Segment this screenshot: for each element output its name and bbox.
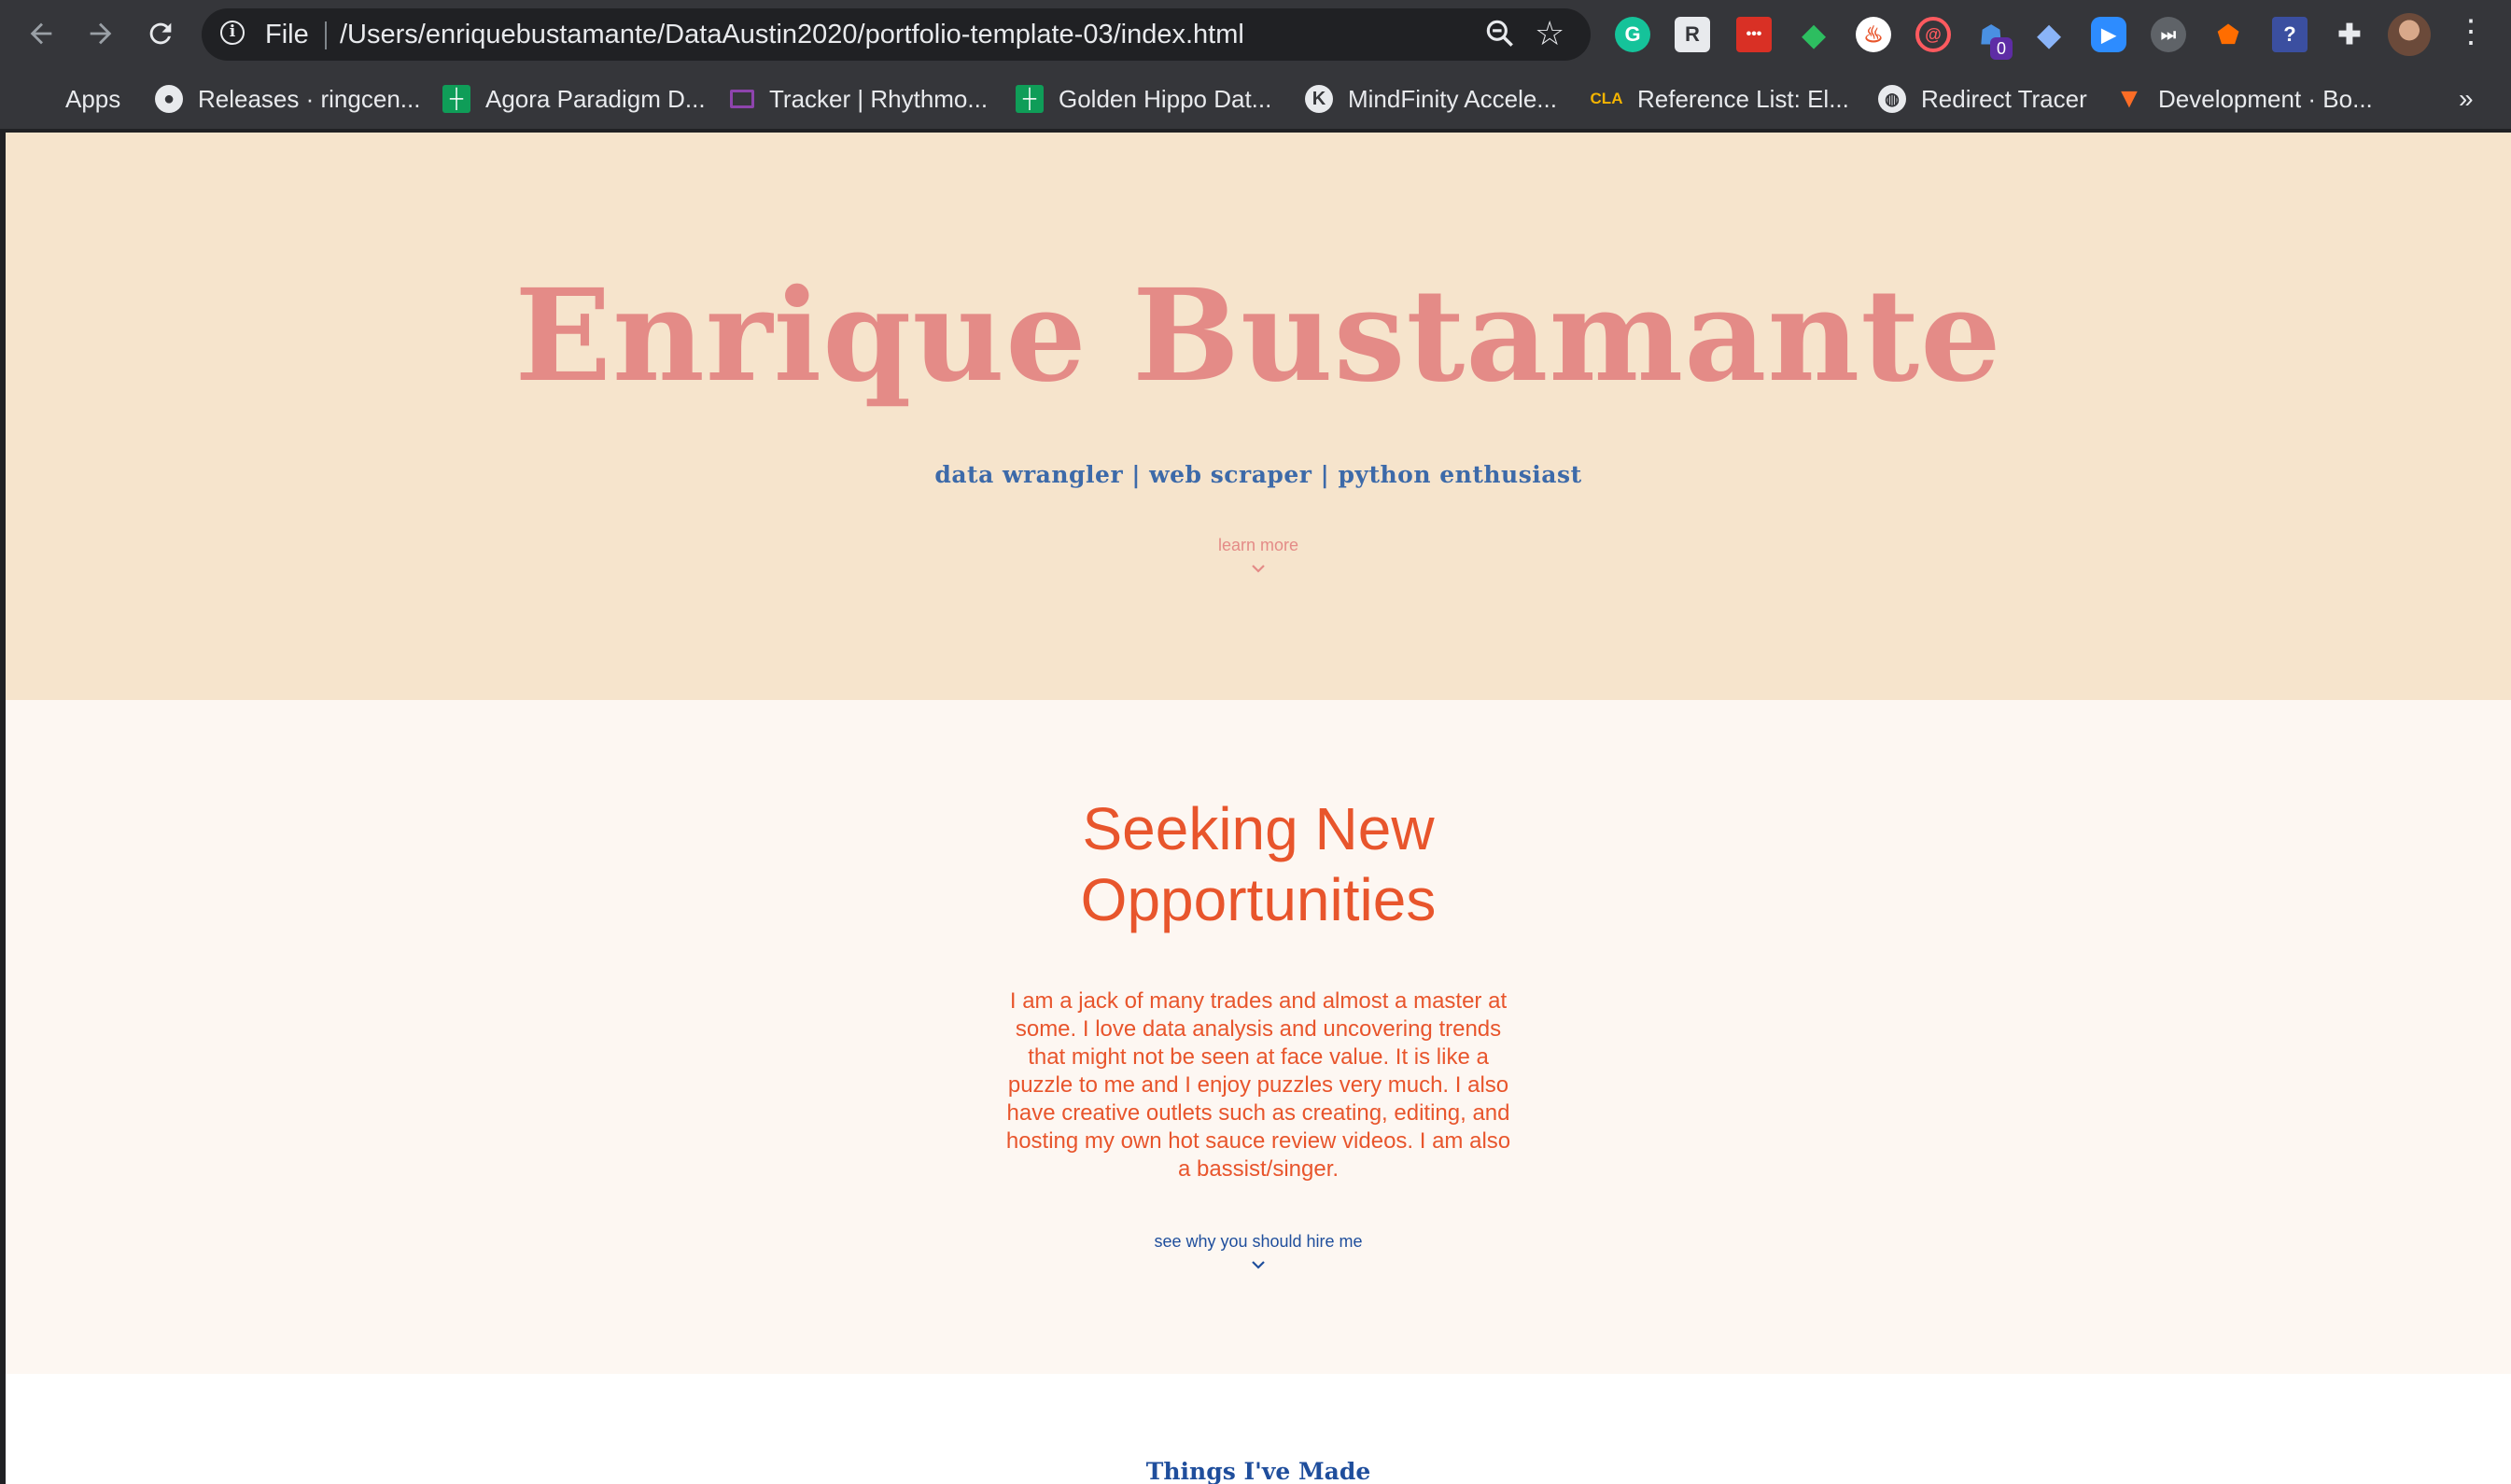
forward-button[interactable] [78,11,123,56]
extension-badge: 0 [1990,37,2013,60]
about-title-line2: Opportunities [1080,866,1437,933]
bookmark-label: Golden Hippo Dat... [1059,84,1272,113]
about-body: I am a jack of many trades and almost a … [1005,988,1511,1182]
bookmark-tracker[interactable]: Tracker | Rhythmo... [730,78,988,119]
apps-grid-icon [22,85,50,113]
r-extension-icon[interactable]: R [1675,17,1710,52]
puzzle-extensions-icon[interactable]: ✚ [2332,17,2367,52]
lastpass-extension-icon[interactable]: ••• [1736,17,1772,52]
bookmark-label: Releases · ringcen... [198,84,421,113]
diamond-extension-icon[interactable]: ◆ [2031,17,2067,52]
cla-icon: CLA [1590,90,1623,107]
hero-title: Enrique Bustamante [514,261,2002,411]
sheets-icon: ┼ [442,85,470,113]
bookmark-releases[interactable]: ● Releases · ringcen... [155,78,420,119]
learn-more-link[interactable]: learn more [6,536,2511,555]
about-title: Seeking New Opportunities [6,793,2511,935]
hero-subtitle: data wrangler | web scraper | python ent… [934,461,1582,488]
bookmark-agora[interactable]: ┼ Agora Paradigm D... [442,78,706,119]
menu-kebab-icon[interactable]: ⋮ [2455,13,2487,56]
skip-extension-icon[interactable]: ⏭ [2151,17,2186,52]
projects-title: Things I've Made [1145,1458,1371,1484]
evernote-extension-icon[interactable]: ◆ [1796,17,1831,52]
shield-extension-icon[interactable]: ⬟ [2210,17,2246,52]
tracker-icon [730,90,754,108]
arrow-left-icon [30,22,52,45]
bookmarks-bar: Apps ● Releases · ringcen... ┼ Agora Par… [0,69,2511,131]
bookmark-label: Apps [65,84,121,113]
bookmark-reference-list[interactable]: CLA Reference List: El... [1591,78,1849,119]
swirl-extension-icon[interactable]: @ [1915,17,1951,52]
chevron-down-icon[interactable] [1250,560,1267,577]
chevron-down-icon[interactable] [1250,1256,1267,1273]
arrow-right-icon [90,22,112,45]
back-button[interactable] [19,11,63,56]
address-bar[interactable]: i File /Users/enriquebustamante/DataAust… [202,8,1591,61]
bookmark-label: Tracker | Rhythmo... [769,84,989,113]
bookmark-label: Redirect Tracer [1921,84,2087,113]
browser-toolbar: i File /Users/enriquebustamante/DataAust… [0,0,2511,69]
bookmark-apps[interactable]: Apps [22,78,120,119]
reload-button[interactable] [138,11,183,56]
grammarly-extension-icon[interactable]: G [1615,17,1650,52]
hire-me-link[interactable]: see why you should hire me [6,1232,2511,1252]
web-page: Enrique Bustamante data wrangler | web s… [6,133,2511,1484]
bookmark-development[interactable]: ▼ Development · Bo... [2115,78,2373,119]
bookmark-star-icon[interactable]: ☆ [1535,14,1564,53]
about-section: Seeking New Opportunities I am a jack of… [6,700,2511,1374]
hero-section: Enrique Bustamante data wrangler | web s… [6,133,2511,700]
url-text[interactable]: /Users/enriquebustamante/DataAustin2020/… [340,20,1244,50]
help-extension-icon[interactable]: ? [2272,17,2308,52]
bookmark-golden-hippo[interactable]: ┼ Golden Hippo Dat... [1016,78,1271,119]
bookmark-label: Reference List: El... [1637,84,1849,113]
gitlab-icon: ▼ [2115,83,2143,114]
about-title-line1: Seeking New [1082,795,1435,862]
zoom-icon[interactable] [1482,16,1518,56]
bookmark-label: Development · Bo... [2158,84,2373,113]
url-scheme-label: File [265,20,309,49]
sheets-icon: ┼ [1016,85,1044,113]
k-icon: K [1305,85,1333,113]
bookmark-label: Agora Paradigm D... [485,84,706,113]
bookmark-mindfinity[interactable]: K MindFinity Accele... [1305,78,1557,119]
flame-extension-icon[interactable]: ♨ [1856,17,1891,52]
url-separator [325,21,327,49]
bookmark-redirect-tracer[interactable]: ◍ Redirect Tracer [1878,78,2087,119]
bookmarks-overflow-button[interactable]: » [2459,84,2474,114]
profile-avatar[interactable] [2388,13,2431,56]
github-icon: ● [155,85,183,113]
zoom-extension-icon[interactable]: ▶ [2091,17,2126,52]
globe-icon: ◍ [1878,85,1906,113]
site-info-icon[interactable]: i [220,21,245,45]
bookmark-label: MindFinity Accele... [1348,84,1557,113]
reload-icon [149,22,172,45]
